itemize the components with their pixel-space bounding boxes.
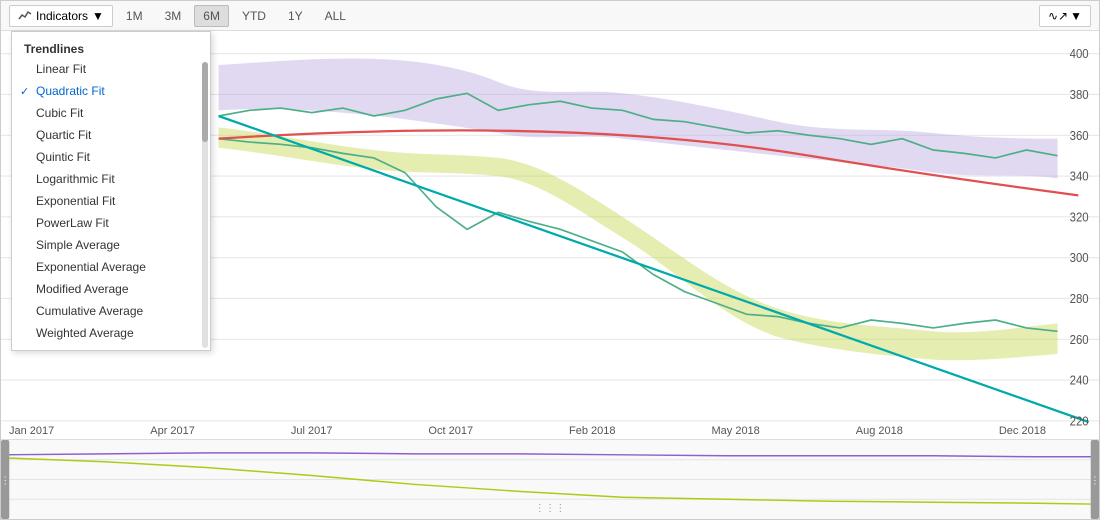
center-handle-icon: ⋮⋮⋮: [534, 503, 565, 514]
x-label-jul2017: Jul 2017: [291, 425, 333, 437]
dropdown-item-label: Quintic Fit: [36, 150, 90, 164]
x-label-feb2018: Feb 2018: [569, 425, 615, 437]
time-btn-ytd[interactable]: YTD: [233, 5, 275, 27]
right-handle-icon: ⋮: [1090, 476, 1099, 487]
dropdown-item-powerlaw-fit[interactable]: PowerLaw Fit: [12, 212, 210, 234]
x-label-jan2017: Jan 2017: [9, 425, 54, 437]
y-label-340: 340: [1070, 169, 1089, 184]
dropdown-item-label: Exponential Average: [36, 260, 146, 274]
dropdown-item-label: Cubic Fit: [36, 106, 83, 120]
y-label-400: 400: [1070, 47, 1089, 62]
time-btn-6m[interactable]: 6M: [194, 5, 229, 27]
dropdown-item-exponential-average[interactable]: Exponential Average: [12, 256, 210, 278]
dropdown-item-label: Quartic Fit: [36, 128, 91, 142]
mini-chart: ⋮ ⋮ ⋮⋮⋮: [1, 439, 1099, 519]
dropdown-section-title: Trendlines: [12, 38, 210, 58]
trendlines-dropdown: Trendlines Linear Fit ✓ Quadratic Fit Cu…: [11, 31, 211, 351]
dropdown-item-logarithmic-fit[interactable]: Logarithmic Fit: [12, 168, 210, 190]
dropdown-item-exponential-fit[interactable]: Exponential Fit: [12, 190, 210, 212]
mini-chart-svg: ⋮ ⋮ ⋮⋮⋮: [1, 440, 1099, 519]
y-label-320: 320: [1070, 210, 1089, 225]
x-label-may2018: May 2018: [711, 425, 759, 437]
checkmark-icon: ✓: [20, 85, 29, 98]
chart-type-button[interactable]: ∿↗ ▼: [1039, 5, 1091, 27]
dropdown-item-quadratic-fit[interactable]: ✓ Quadratic Fit: [12, 80, 210, 102]
dropdown-item-label: PowerLaw Fit: [36, 216, 109, 230]
toolbar: Indicators ▼ 1M 3M 6M YTD 1Y ALL ∿↗ ▼: [1, 1, 1099, 31]
x-label-oct2017: Oct 2017: [428, 425, 473, 437]
x-label-aug2018: Aug 2018: [856, 425, 903, 437]
time-btn-3m[interactable]: 3M: [156, 5, 191, 27]
dropdown-item-quintic-fit[interactable]: Quintic Fit: [12, 146, 210, 168]
chart-area: Trendlines Linear Fit ✓ Quadratic Fit Cu…: [1, 31, 1099, 519]
dropdown-scrollbar-thumb[interactable]: [202, 62, 208, 142]
x-axis: Jan 2017 Apr 2017 Jul 2017 Oct 2017 Feb …: [1, 423, 1054, 439]
dropdown-item-modified-average[interactable]: Modified Average: [12, 278, 210, 300]
dropdown-item-label: Modified Average: [36, 282, 129, 296]
dropdown-item-label: Exponential Fit: [36, 194, 115, 208]
y-label-300: 300: [1070, 251, 1089, 266]
time-btn-1y[interactable]: 1Y: [279, 5, 312, 27]
dropdown-item-weighted-average[interactable]: Weighted Average: [12, 322, 210, 344]
left-handle-icon: ⋮: [1, 476, 10, 487]
y-label-240: 240: [1070, 373, 1089, 388]
dropdown-item-simple-average[interactable]: Simple Average: [12, 234, 210, 256]
dropdown-item-label: Quadratic Fit: [36, 84, 105, 98]
indicators-button[interactable]: Indicators ▼: [9, 5, 113, 27]
dropdown-item-quartic-fit[interactable]: Quartic Fit: [12, 124, 210, 146]
toolbar-right: ∿↗ ▼: [1039, 5, 1091, 27]
x-label-apr2017: Apr 2017: [150, 425, 195, 437]
y-label-280: 280: [1070, 292, 1089, 307]
dropdown-item-cumulative-average[interactable]: Cumulative Average: [12, 300, 210, 322]
indicators-icon: [18, 9, 32, 23]
dropdown-scrollbar[interactable]: [202, 62, 208, 348]
chart-type-arrow: ▼: [1070, 9, 1082, 23]
time-btn-1m[interactable]: 1M: [117, 5, 152, 27]
dropdown-arrow-icon: ▼: [92, 9, 104, 23]
dropdown-item-cubic-fit[interactable]: Cubic Fit: [12, 102, 210, 124]
dropdown-item-label: Simple Average: [36, 238, 120, 252]
dropdown-item-label: Linear Fit: [36, 62, 86, 76]
dropdown-item-label: Weighted Average: [36, 326, 134, 340]
dropdown-item-label: Cumulative Average: [36, 304, 143, 318]
dropdown-item-linear-fit[interactable]: Linear Fit: [12, 58, 210, 80]
y-label-220: 220: [1070, 414, 1089, 429]
time-btn-all[interactable]: ALL: [316, 5, 355, 27]
x-label-dec2018: Dec 2018: [999, 425, 1046, 437]
y-label-380: 380: [1070, 88, 1089, 103]
y-label-360: 360: [1070, 128, 1089, 143]
chart-type-label: ∿↗: [1048, 9, 1068, 23]
main-container: Indicators ▼ 1M 3M 6M YTD 1Y ALL ∿↗ ▼ Tr…: [0, 0, 1100, 520]
indicators-label: Indicators: [36, 9, 88, 23]
y-label-260: 260: [1070, 332, 1089, 347]
dropdown-item-label: Logarithmic Fit: [36, 172, 115, 186]
